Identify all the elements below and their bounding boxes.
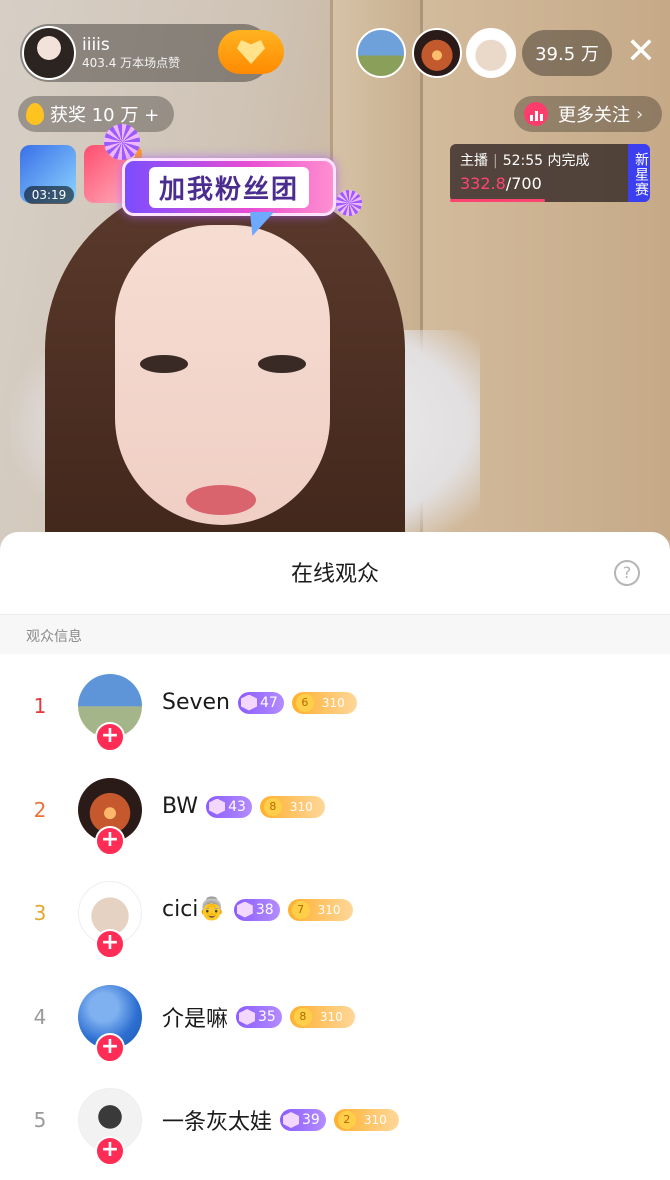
join-fan-club-banner[interactable]: 加我粉丝团 xyxy=(122,158,336,216)
username-group: BW 43 8 310 xyxy=(162,794,325,819)
rank-number: 5 xyxy=(33,1108,47,1132)
username-group: Seven 47 6 310 xyxy=(162,690,357,715)
task-target: /700 xyxy=(505,174,542,193)
user-level-badge: 39 xyxy=(280,1109,326,1131)
host-name: iiiis xyxy=(82,35,110,55)
rank-number: 3 xyxy=(33,901,47,925)
fan-banner-label: 加我粉丝团 xyxy=(148,166,309,208)
close-icon[interactable]: ✕ xyxy=(622,34,660,72)
top-viewer-avatar-3[interactable] xyxy=(466,28,516,78)
user-level: 35 xyxy=(258,1009,276,1025)
fan-level: 6 xyxy=(295,693,314,712)
audience-row[interactable]: 2 + BW 43 8 310 xyxy=(0,778,670,878)
game-timer: 03:19 xyxy=(24,186,74,204)
rank-number: 1 xyxy=(33,694,47,718)
audience-row[interactable]: 3 + cici👵 38 7 310 xyxy=(0,881,670,981)
audience-username: 介是嘛 xyxy=(162,1007,229,1032)
audience-username: 一条灰太娃 xyxy=(162,1110,273,1135)
fan-score: 310 xyxy=(317,902,341,917)
user-level-badge: 47 xyxy=(238,691,284,714)
user-level: 43 xyxy=(228,798,246,815)
chevron-right-icon: › xyxy=(636,103,644,125)
fan-club-badge: 2 310 xyxy=(333,1109,399,1131)
sheet-title: 在线观众 xyxy=(290,562,379,587)
host-card[interactable]: iiiis 403.4 万本场点赞 xyxy=(20,24,284,82)
streamer-face xyxy=(115,225,330,525)
rank-number: 4 xyxy=(33,1005,47,1029)
fan-score: 310 xyxy=(363,1113,387,1127)
fan-club-badge: 6 310 xyxy=(291,691,357,714)
level-gem-icon xyxy=(209,798,226,815)
level-gem-icon xyxy=(239,1009,256,1025)
fan-score: 310 xyxy=(321,695,345,710)
user-level: 47 xyxy=(260,694,278,711)
fan-club-badge: 7 310 xyxy=(287,898,353,921)
task-role: 主播 xyxy=(460,153,488,169)
audience-row[interactable]: 4 + 介是嘛 35 8 310 xyxy=(0,985,670,1085)
username-group: 一条灰太娃 39 2 310 xyxy=(162,1104,399,1136)
live-stream-video[interactable] xyxy=(0,0,670,560)
follow-plus-icon[interactable]: + xyxy=(95,929,125,959)
audience-username: cici👵 xyxy=(162,897,226,922)
audience-username: Seven xyxy=(162,690,230,715)
follow-plus-icon[interactable]: + xyxy=(95,1136,125,1166)
task-current: 332.8 xyxy=(460,174,506,193)
heart-plus-icon xyxy=(237,40,265,64)
more-follow-button[interactable]: 更多关注 › xyxy=(514,96,662,132)
reward-pill[interactable]: 获奖 10 万 + xyxy=(18,96,174,132)
user-level: 38 xyxy=(255,901,274,918)
level-gem-icon xyxy=(241,694,257,711)
fan-score: 310 xyxy=(319,1010,343,1024)
follow-plus-icon[interactable]: + xyxy=(95,1033,125,1063)
fan-level: 2 xyxy=(337,1111,356,1129)
help-icon[interactable]: ? xyxy=(614,560,640,586)
fan-level: 8 xyxy=(263,797,282,816)
audience-username: BW xyxy=(162,794,199,819)
host-like-count: 403.4 万本场点赞 xyxy=(82,56,181,70)
streamer-task-card[interactable]: 主播 | 52:55 内完成 332.8/700 新星赛 xyxy=(450,144,650,202)
top-viewer-avatar-2[interactable] xyxy=(412,28,462,78)
section-header: 观众信息 xyxy=(0,614,670,654)
follow-plus-icon[interactable]: + xyxy=(95,722,125,752)
viewer-count-button[interactable]: 39.5 万 xyxy=(522,30,612,76)
more-follow-label: 更多关注 xyxy=(558,105,630,126)
fan-club-badge: 8 310 xyxy=(289,1006,355,1028)
user-level-badge: 38 xyxy=(233,898,280,921)
section-label: 观众信息 xyxy=(26,629,82,645)
fan-level: 7 xyxy=(291,900,310,919)
fan-level: 8 xyxy=(293,1008,312,1026)
fan-club-badge: 8 310 xyxy=(259,795,325,818)
follow-button[interactable] xyxy=(218,30,284,74)
level-gem-icon xyxy=(236,901,253,918)
audience-row[interactable]: 5 + 一条灰太娃 39 2 310 xyxy=(0,1088,670,1180)
username-group: cici👵 38 7 310 xyxy=(162,897,353,922)
rank-number: 2 xyxy=(33,798,47,822)
follow-plus-icon[interactable]: + xyxy=(95,826,125,856)
host-info: iiiis 403.4 万本场点赞 xyxy=(82,35,180,71)
fan-score: 310 xyxy=(289,799,313,814)
audience-row[interactable]: 1 + Seven 47 6 310 xyxy=(0,674,670,774)
streamer-eye-left xyxy=(140,355,188,373)
streamer-mouth xyxy=(186,485,256,515)
reward-text: 获奖 10 万 + xyxy=(50,105,160,126)
host-avatar[interactable] xyxy=(22,26,76,80)
task-deadline: 52:55 内完成 xyxy=(502,153,590,169)
streamer-eye-right xyxy=(258,355,306,373)
user-level: 39 xyxy=(302,1112,320,1128)
task-header: 主播 | 52:55 内完成 xyxy=(460,153,590,169)
username-group: 介是嘛 35 8 310 xyxy=(162,1001,355,1033)
flame-icon xyxy=(26,103,44,125)
top-viewer-avatar-1[interactable] xyxy=(356,28,406,78)
task-progress-bar xyxy=(450,199,545,202)
task-progress-text: 332.8/700 xyxy=(460,174,542,193)
online-audience-sheet: 在线观众 ? 观众信息 1 + Seven 47 6 310 2 + BW 43 … xyxy=(0,532,670,1180)
user-level-badge: 35 xyxy=(236,1006,282,1028)
new-star-tag: 新星赛 xyxy=(628,144,650,202)
disco-ball-icon xyxy=(336,190,362,216)
bar-chart-icon xyxy=(524,102,548,126)
disco-ball-icon xyxy=(104,124,140,160)
user-level-badge: 43 xyxy=(206,795,252,818)
level-gem-icon xyxy=(283,1112,300,1128)
